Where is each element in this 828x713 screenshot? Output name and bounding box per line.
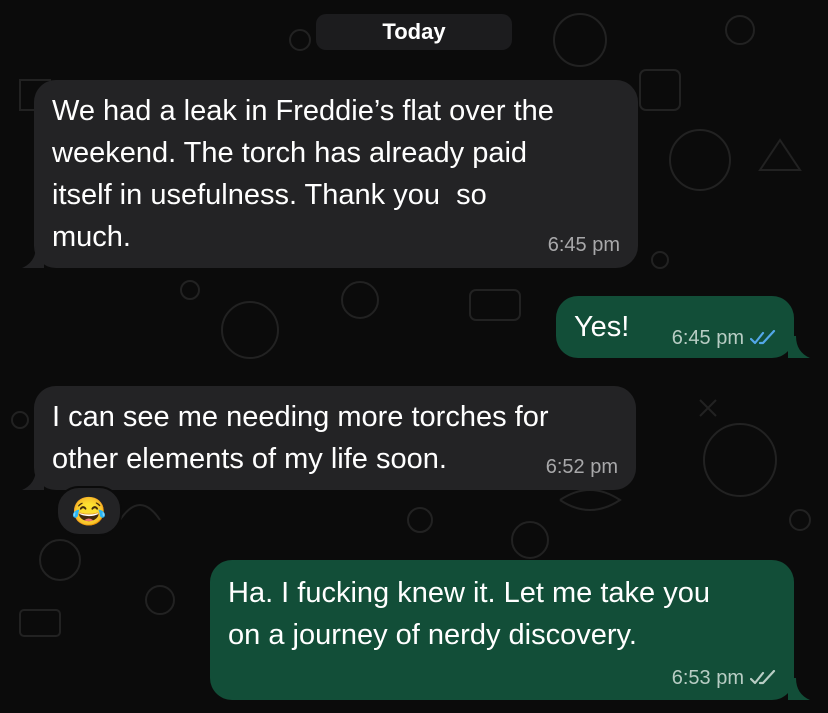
incoming-message[interactable]: I can see me needing more torches for ot…	[34, 386, 636, 490]
message-text: I can see me needing more torches for ot…	[52, 401, 549, 475]
reaction-emoji: 😂	[71, 495, 107, 527]
read-receipt-icon	[750, 330, 776, 345]
message-time: 6:53 pm	[671, 667, 744, 689]
outgoing-message[interactable]: Ha. I fucking knew it. Let me take you o…	[210, 560, 794, 700]
message-meta: 6:45 pm	[548, 234, 620, 256]
delivered-receipt-icon	[750, 670, 776, 685]
bubble-tail	[788, 336, 810, 358]
message-meta: 6:45 pm	[672, 327, 776, 349]
date-divider: Today	[316, 14, 512, 50]
emoji-reaction[interactable]: 😂	[56, 486, 122, 536]
message-meta: 6:52 pm	[546, 456, 618, 478]
message-text: Ha. I fucking knew it. Let me take you o…	[228, 577, 710, 651]
message-time: 6:52 pm	[545, 456, 618, 478]
bubble-tail	[22, 246, 44, 268]
message-time: 6:45 pm	[547, 234, 620, 256]
message-time: 6:45 pm	[671, 327, 744, 349]
date-divider-label: Today	[382, 19, 446, 44]
incoming-message[interactable]: We had a leak in Freddie’s flat over the…	[34, 80, 638, 268]
message-text: We had a leak in Freddie’s flat over the…	[52, 95, 554, 253]
bubble-tail	[788, 678, 810, 700]
message-meta: 6:53 pm	[672, 667, 776, 689]
outgoing-message[interactable]: Yes! 6:45 pm	[556, 296, 794, 358]
bubble-tail	[22, 468, 44, 490]
